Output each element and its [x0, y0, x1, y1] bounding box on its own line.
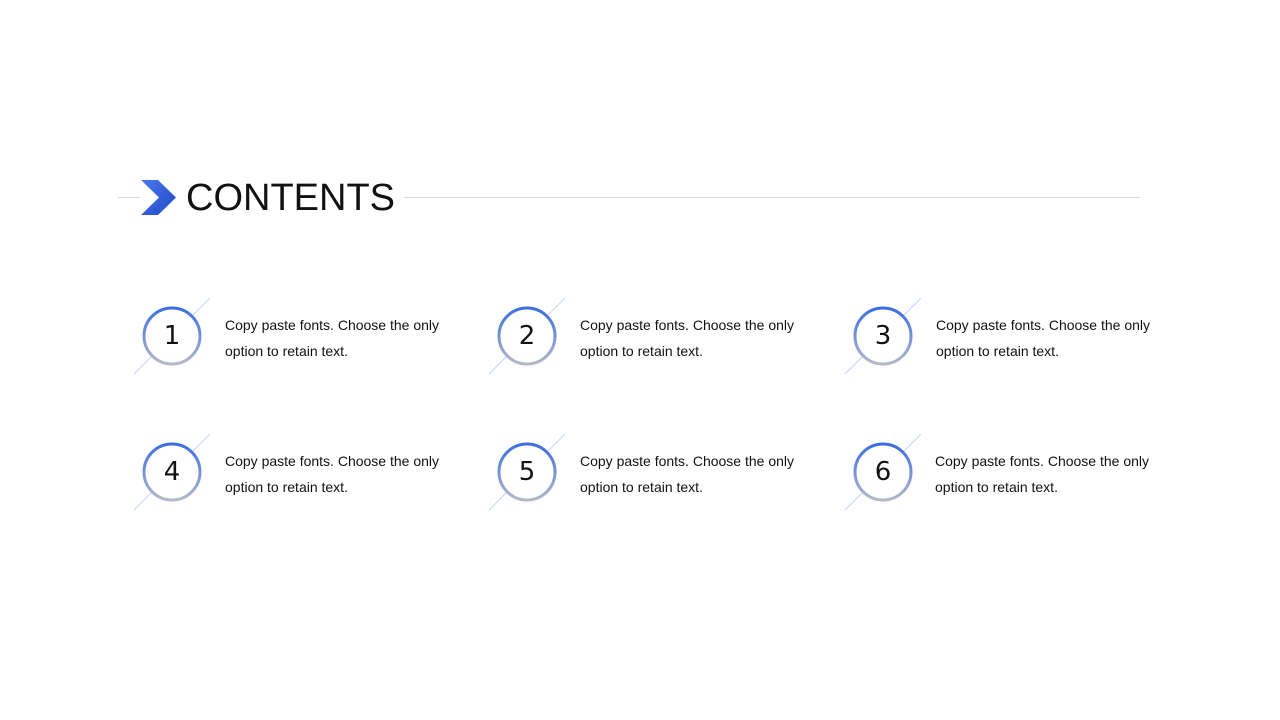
number-badge: 1: [134, 298, 214, 378]
item-number: 5: [518, 457, 536, 487]
contents-item-1[interactable]: 1 Copy paste fonts. Choose the only opti…: [134, 298, 454, 378]
item-description: Copy paste fonts. Choose the only option…: [225, 317, 440, 359]
item-number: 3: [874, 321, 892, 351]
item-number: 4: [163, 457, 181, 487]
page-title: CONTENTS: [186, 177, 395, 219]
contents-item-6[interactable]: 6 Copy paste fonts. Choose the only opti…: [845, 434, 1165, 514]
number-badge: 6: [845, 434, 925, 514]
item-description: Copy paste fonts. Choose the only option…: [580, 453, 795, 495]
item-number: 6: [874, 457, 892, 487]
number-badge: 5: [489, 434, 569, 514]
item-description: Copy paste fonts. Choose the only option…: [935, 453, 1150, 495]
item-description: Copy paste fonts. Choose the only option…: [225, 453, 440, 495]
contents-item-3[interactable]: 3 Copy paste fonts. Choose the only opti…: [845, 298, 1165, 378]
number-badge: 4: [134, 434, 214, 514]
number-badge: 3: [845, 298, 925, 378]
contents-item-4[interactable]: 4 Copy paste fonts. Choose the only opti…: [134, 434, 454, 514]
header-rule-left: [118, 197, 140, 198]
item-description: Copy paste fonts. Choose the only option…: [580, 317, 795, 359]
chevron-right-icon: [141, 180, 176, 215]
item-number: 1: [163, 321, 181, 351]
header-rule: [404, 197, 1140, 198]
item-number: 2: [518, 321, 536, 351]
item-description: Copy paste fonts. Choose the only option…: [936, 317, 1151, 359]
number-badge: 2: [489, 298, 569, 378]
contents-item-2[interactable]: 2 Copy paste fonts. Choose the only opti…: [489, 298, 809, 378]
contents-item-5[interactable]: 5 Copy paste fonts. Choose the only opti…: [489, 434, 809, 514]
